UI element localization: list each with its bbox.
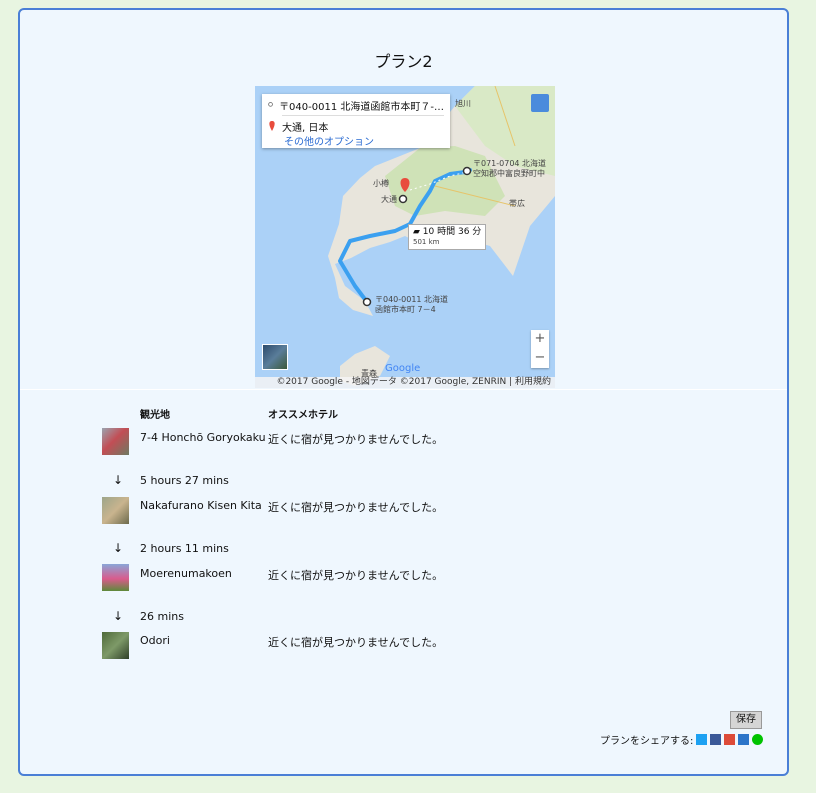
zoom-out-button[interactable]: −	[531, 349, 549, 368]
hotel-text: 近くに宿が見つかりませんでした。	[268, 569, 444, 582]
spot-thumbnail[interactable]	[102, 632, 129, 659]
facebook-icon[interactable]	[710, 734, 722, 745]
spot-name: Odori	[140, 634, 170, 647]
save-button[interactable]: 保存	[730, 711, 762, 729]
label-obihiro: 帯広	[509, 199, 525, 208]
more-options-link[interactable]: その他のオプション	[284, 133, 444, 148]
section-divider	[20, 389, 787, 390]
zoom-control: + −	[531, 330, 549, 368]
spot-name: Nakafurano Kisen Kita	[140, 499, 262, 512]
hotel-text: 近くに宿が見つかりませんでした。	[268, 433, 444, 446]
spot-thumbnail[interactable]	[102, 428, 129, 455]
duration-text: 10 時間 36 分	[422, 227, 482, 237]
hatena-bookmark-icon[interactable]	[738, 734, 750, 745]
satellite-toggle[interactable]	[262, 344, 288, 370]
hotel-text: 近くに宿が見つかりませんでした。	[268, 636, 444, 649]
page-title: プラン2	[374, 52, 433, 71]
route-map[interactable]: 〒040-0011 北海道函館市本町７-… 大通, 日本 その他のオプション 旭…	[255, 86, 555, 388]
label-start-line2: 函館市本町 7－4	[375, 305, 436, 314]
google-plus-icon[interactable]	[724, 734, 736, 745]
share-bar: プランをシェアする:	[600, 732, 764, 747]
route-panel: 〒040-0011 北海道函館市本町７-… 大通, 日本 その他のオプション	[262, 94, 450, 148]
distance-text: 501 km	[413, 238, 440, 246]
travel-time: 2 hours 11 mins	[140, 542, 229, 555]
spot-thumbnail[interactable]	[102, 497, 129, 524]
duration-box[interactable]: ▰ 10 時間 36 分 501 km	[408, 224, 487, 250]
label-otaru: 小樽	[373, 179, 389, 188]
route-divider	[282, 115, 444, 116]
twitter-icon[interactable]	[696, 734, 708, 745]
destination-pin-icon	[269, 121, 275, 131]
google-logo: Google	[385, 363, 421, 374]
travel-time: 5 hours 27 mins	[140, 474, 229, 487]
plan-card: プラン2 〒040-0011 北海道函館市本町７-… 大通, 日本 その他のオプ…	[18, 8, 789, 776]
car-icon: ▰	[413, 227, 420, 237]
share-label: プランをシェアする:	[600, 736, 694, 747]
origin-text: 〒040-0011 北海道函館市本町７-…	[279, 101, 444, 113]
map-attribution[interactable]: ©2017 Google - 地図データ ©2017 Google, ZENRI…	[255, 377, 555, 388]
origin-circle-icon	[268, 102, 273, 107]
travel-time: 26 mins	[140, 610, 184, 623]
line-icon[interactable]	[752, 734, 764, 745]
down-arrow-icon: ↓	[113, 609, 124, 623]
label-end-line2: 空知郡中富良野町中	[473, 169, 545, 178]
zoom-in-button[interactable]: +	[531, 330, 549, 349]
col-header-spot: 観光地	[140, 410, 170, 421]
down-arrow-icon: ↓	[113, 473, 124, 487]
hotel-text: 近くに宿が見つかりませんでした。	[268, 501, 444, 514]
col-header-hotel: オススメホテル	[268, 410, 338, 421]
destination-text: 大通, 日本	[282, 122, 329, 134]
route-destination[interactable]: 大通, 日本	[268, 119, 444, 133]
streetview-person-icon[interactable]	[531, 94, 549, 112]
spot-name: Moerenumakoen	[140, 567, 232, 580]
route-origin[interactable]: 〒040-0011 北海道函館市本町７-…	[268, 98, 444, 112]
spot-name: 7-4 Honchō Goryokaku	[140, 431, 266, 444]
spot-thumbnail[interactable]	[102, 564, 129, 591]
down-arrow-icon: ↓	[113, 541, 124, 555]
label-asahikawa: 旭川	[455, 99, 471, 108]
label-odori: 大通	[381, 195, 397, 204]
